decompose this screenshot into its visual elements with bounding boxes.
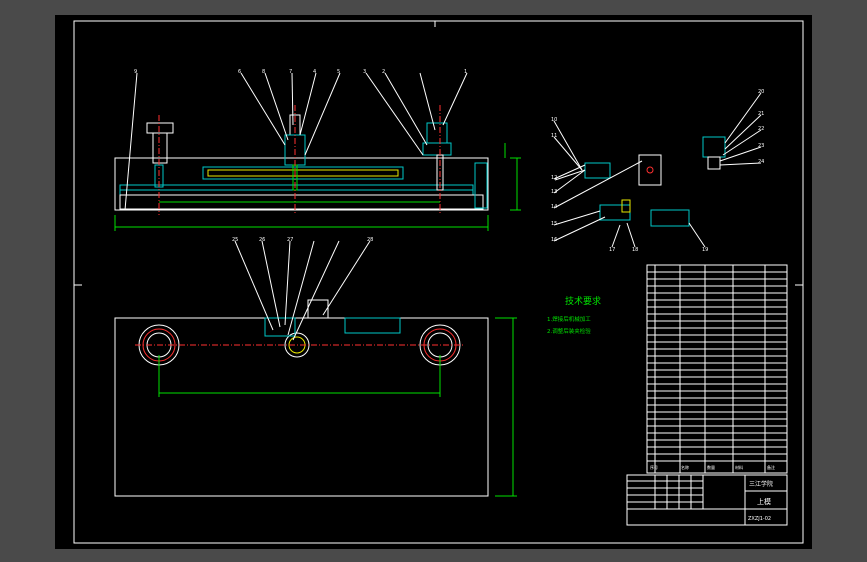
balloon-label: 7 — [289, 69, 292, 75]
balloon-label: 18 — [632, 247, 638, 253]
balloon-label: 8 — [262, 69, 265, 75]
part-name: 上模 — [757, 497, 771, 506]
balloon-label: 16 — [551, 237, 557, 243]
balloon-label: 13 — [551, 189, 557, 195]
balloon-label: 19 — [702, 247, 708, 253]
balloon-label: 23 — [758, 143, 764, 149]
balloon-label: 10 — [551, 117, 557, 123]
balloon-label: 4 — [313, 69, 316, 75]
title-block: 三江学院 上模 ZXZJ1-02 — [626, 474, 788, 526]
balloon-label: 14 — [551, 204, 557, 210]
balloon-label: 3 — [363, 69, 366, 75]
bom-header-name: 名称 — [681, 464, 689, 470]
note-item-1: 1.焊接后机械加工 — [547, 315, 591, 323]
balloon-label: 22 — [758, 126, 764, 132]
balloon-label: 17 — [609, 247, 615, 253]
detail-views — [554, 136, 726, 227]
balloon-label: 6 — [238, 69, 241, 75]
balloon-label: 1 — [464, 69, 467, 75]
drawing-sheet: 技术要求 1.焊接后机械加工 2.调整后装夹检验 序号 名称 数量 材料 备注 … — [55, 15, 812, 549]
balloon-label: 5 — [337, 69, 340, 75]
balloon-label: 2 — [382, 69, 385, 75]
drawing-number: ZXZJ1-02 — [748, 516, 771, 522]
bom-table: 序号 名称 数量 材料 备注 — [646, 264, 788, 474]
leaders-plan — [234, 240, 371, 341]
balloon-label: 25 — [232, 237, 238, 243]
balloon-label: 12 — [551, 175, 557, 181]
balloon-label: 26 — [259, 237, 265, 243]
bom-header-qty: 数量 — [707, 464, 715, 470]
balloon-label: 24 — [758, 159, 764, 165]
bom-header-no: 序号 — [650, 464, 658, 470]
leaders-front — [124, 72, 468, 211]
balloon-labels: 6 8 7 4 5 3 2 191011121314151617 18 1920212223242… — [134, 69, 764, 253]
balloon-label: 28 — [367, 237, 373, 243]
technical-notes: 技术要求 1.焊接后机械加工 2.调整后装夹检验 — [547, 295, 601, 335]
balloon-label: 20 — [758, 89, 764, 95]
drawing-border — [73, 20, 804, 544]
balloon-label: 21 — [758, 111, 764, 117]
balloon-label: 11 — [551, 133, 557, 139]
balloon-label: 9 — [134, 69, 137, 75]
balloon-label: 15 — [551, 221, 557, 227]
bom-header-material: 材料 — [735, 464, 743, 470]
notes-title: 技术要求 — [565, 295, 601, 307]
balloon-label: 27 — [287, 237, 293, 243]
plan-view — [114, 299, 517, 497]
bom-header-remark: 备注 — [767, 464, 775, 470]
cad-drawing: 技术要求 1.焊接后机械加工 2.调整后装夹检验 序号 名称 数量 材料 备注 … — [73, 20, 804, 544]
school-name: 三江学院 — [749, 480, 773, 488]
note-item-2: 2.调整后装夹检验 — [547, 327, 591, 335]
